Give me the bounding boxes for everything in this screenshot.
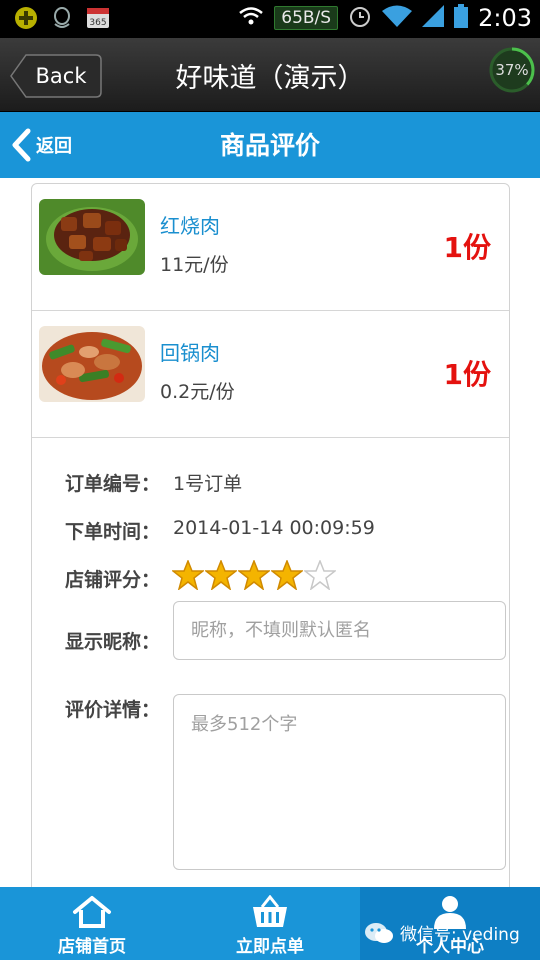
bottom-nav: 店铺首页 立即点单 个人中心 微信号: veding (0, 887, 540, 960)
star-filled-icon[interactable] (172, 560, 204, 590)
plus-circle-icon (14, 6, 38, 30)
page-header: 返回 商品评价 (0, 112, 540, 178)
wechat-watermark: 微信号: veding (364, 920, 520, 945)
star-filled-icon[interactable] (271, 560, 303, 590)
order-time-value: 2014-01-14 00:09:59 (173, 517, 375, 539)
app-title-bar: Back 好味道（演示） 37% (0, 38, 540, 112)
item-price: 11元/份 (160, 254, 229, 276)
order-number-label: 订单编号： (65, 473, 161, 495)
back-button[interactable]: Back (10, 54, 102, 98)
progress-ring[interactable]: 37% (488, 46, 536, 94)
nav-store-home[interactable]: 店铺首页 (2, 887, 182, 960)
qq-icon (50, 6, 74, 30)
twice-cooked-pork-photo (39, 326, 145, 402)
calendar-365-icon: 365 (86, 6, 110, 30)
basket-icon (253, 895, 287, 927)
star-filled-icon[interactable] (238, 560, 270, 590)
nav-label: 店铺首页 (58, 937, 126, 957)
watermark-text: 微信号: veding (400, 925, 520, 945)
calendar-text: 365 (89, 18, 106, 28)
order-time-label: 下单时间： (65, 521, 161, 543)
home-icon (73, 896, 111, 928)
order-item: 回锅肉 0.2元/份 1份 (32, 311, 509, 438)
review-card: 红烧肉 11元/份 1份 回锅肉 0.2元/份 1份 订单编号： 1号订单 下单… (31, 183, 510, 903)
item-quantity: 1份 (443, 231, 491, 264)
order-number-value: 1号订单 (173, 473, 243, 495)
star-filled-icon[interactable] (205, 560, 237, 590)
nav-label: 立即点单 (236, 937, 304, 957)
store-rating-stars[interactable] (172, 560, 336, 590)
item-quantity: 1份 (443, 358, 491, 391)
wifi-strong-icon (382, 5, 413, 31)
page-title: 商品评价 (219, 131, 320, 160)
back-button-label: Back (35, 64, 87, 88)
wifi-icon (238, 6, 264, 30)
nav-order-now[interactable]: 立即点单 (180, 887, 360, 960)
star-empty-icon[interactable] (304, 560, 336, 590)
review-detail-label: 评价详情： (65, 699, 161, 721)
net-speed: 65B/S (274, 6, 339, 30)
item-price: 0.2元/份 (160, 381, 235, 403)
store-rating-label: 店铺评分： (65, 569, 161, 591)
alarm-icon (348, 4, 372, 32)
battery-icon (454, 4, 469, 32)
signal-icon (422, 5, 445, 31)
review-detail-input[interactable] (173, 694, 506, 870)
nickname-input[interactable] (173, 601, 506, 660)
order-item: 红烧肉 11元/份 1份 (32, 184, 509, 311)
braised-pork-photo (39, 199, 145, 275)
nickname-label: 显示昵称： (65, 631, 161, 653)
status-bar: 365 65B/S 2:03 (0, 0, 540, 38)
item-name: 红烧肉 (160, 214, 220, 238)
progress-label: 37% (495, 61, 529, 79)
clock: 2:03 (478, 4, 532, 32)
item-name: 回锅肉 (160, 341, 220, 365)
wechat-icon (365, 922, 393, 943)
app-title: 好味道（演示） (175, 63, 365, 94)
